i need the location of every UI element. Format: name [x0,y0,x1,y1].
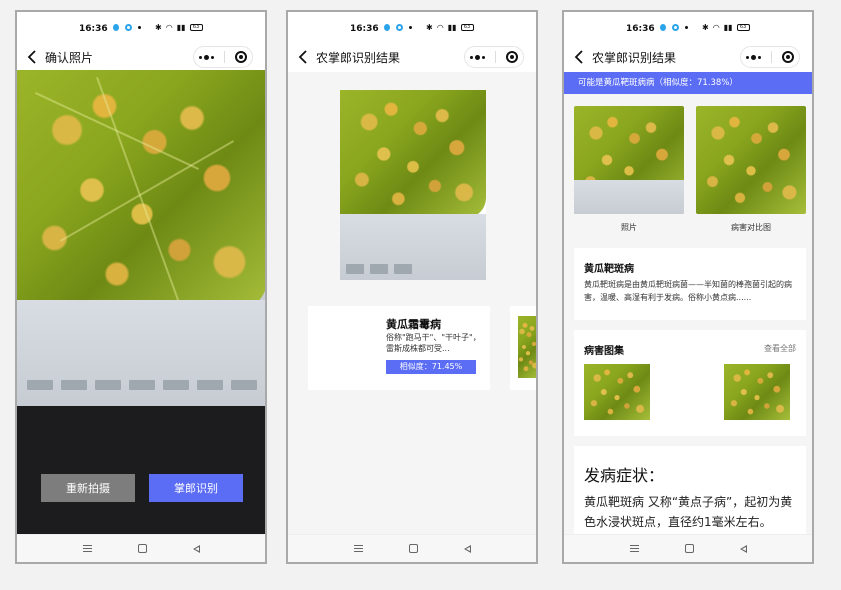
disease-title: 黄瓜靶斑病 [584,264,634,275]
page-title: 农掌郎识别结果 [592,51,677,65]
dot-icon [138,26,141,29]
dot-icon [409,26,412,29]
menu-icon[interactable] [353,545,363,552]
more-icon[interactable] [199,54,214,60]
signal-icon: ▮▮ [176,23,186,32]
reference-label: 病害对比图 [731,223,771,232]
disease-intro-card[interactable]: 黄瓜靶斑病 黄瓜靶斑病是由黄瓜靶斑病菌——半知菌的棒孢菌引起的病害，温暖、高湿有… [574,248,806,320]
signal-icon: ▮▮ [723,23,733,32]
system-back-icon[interactable] [192,544,200,553]
water-drop-icon [113,24,119,31]
mini-program-capsule [464,46,524,68]
bluetooth-icon: ✱ [702,23,709,32]
home-icon[interactable] [684,544,694,553]
bluetooth-icon: ✱ [155,23,162,32]
wifi-icon: ◠ [436,23,444,32]
captured-photo [17,70,265,406]
close-target-icon[interactable] [235,51,247,63]
gallery-image[interactable] [584,364,650,420]
menu-icon[interactable] [82,545,92,552]
disease-summary: 黄瓜靶斑病是由黄瓜靶斑病菌——半知菌的棒孢菌引起的病害，温暖、高湿有利于发病。俗… [584,280,792,302]
symptoms-card: 发病症状： 黄瓜靶斑病 又称“黄点子病”，起初为黄色水浸状斑点，直径约1毫米左右… [574,446,806,540]
reference-photo-thumbnail[interactable] [696,106,806,214]
system-nav-bar [288,534,536,562]
leaf-image [340,90,486,218]
comparison-section: 照片 病害对比图 [564,94,812,234]
battery-icon: 63 [736,24,750,31]
page-title: 农掌郎识别结果 [316,51,401,65]
view-all-link[interactable]: 查看全部 [764,343,796,354]
similarity-badge: 相似度：71.45% [386,360,476,374]
water-drop-icon [384,24,390,31]
uploaded-photo [340,90,486,280]
close-target-icon[interactable] [506,51,518,63]
disease-description: 俗称"跑马干"、"干叶子"，雷斯成株都可受... [386,333,481,353]
status-time: 16:36 [626,24,655,34]
mini-program-capsule [740,46,800,68]
leaf-image [17,70,265,310]
back-arrow-icon[interactable] [27,50,39,64]
phone-screen-result-list: 16:36 ✱ ◠ ▮▮ 63 农掌郎识别结果 黄瓜霜霉病 俗称"跑马干"、"干… [286,10,538,564]
ring-icon [396,24,403,31]
identify-button[interactable]: 掌郎识别 [149,474,243,502]
status-time: 16:36 [79,24,108,34]
camera-controls-area [17,406,265,538]
photo-label: 照片 [621,223,637,232]
paper-background [340,214,486,280]
nav-bar: 确认照片 [17,42,265,72]
symptoms-text: 黄瓜靶斑病 又称“黄点子病”，起初为黄色水浸状斑点，直径约1毫米左右。 [584,495,793,529]
nav-bar: 农掌郎识别结果 [564,42,812,72]
home-icon[interactable] [408,544,418,553]
phone-screen-confirm-photo: 16:36 ✱ ◠ ▮▮ 63 确认照片 重新拍摄 掌郎识别 [15,10,267,564]
diagnosis-banner: 可能是黄瓜靶斑病病（相似度：71.38%） [564,72,812,94]
leaf-thumbnail [518,316,536,378]
more-icon[interactable] [746,54,761,60]
status-icons: ✱ ◠ ▮▮ 63 [426,23,474,32]
battery-icon: 63 [189,24,203,31]
home-icon[interactable] [137,544,147,553]
ring-icon [672,24,679,31]
status-bar: 16:36 ✱ ◠ ▮▮ 63 [288,12,536,42]
wifi-icon: ◠ [165,23,173,32]
signal-icon: ▮▮ [447,23,457,32]
nav-bar: 农掌郎识别结果 [288,42,536,72]
retake-button[interactable]: 重新拍摄 [41,474,135,502]
disease-name: 黄瓜霜霉病 [386,318,441,331]
paper-background [17,300,265,406]
battery-icon: 63 [460,24,474,31]
page-title: 确认照片 [45,51,94,65]
system-nav-bar [564,534,812,562]
back-arrow-icon[interactable] [574,50,586,64]
status-bar: 16:36 ✱ ◠ ▮▮ 63 [17,12,265,42]
result-card[interactable]: 黄瓜霜霉病 俗称"跑马干"、"干叶子"，雷斯成株都可受... 相似度：71.45… [308,306,490,390]
gallery-image[interactable] [724,364,790,420]
phone-screen-result-detail: 16:36 ✱ ◠ ▮▮ 63 农掌郎识别结果 可能是黄瓜靶斑病病（相似度：71… [562,10,814,564]
gallery-card: 病害图集 查看全部 [574,330,806,436]
wifi-icon: ◠ [712,23,720,32]
mini-program-capsule [193,46,253,68]
system-back-icon[interactable] [463,544,471,553]
system-nav-bar [17,534,265,562]
menu-icon[interactable] [629,545,639,552]
status-bar: 16:36 ✱ ◠ ▮▮ 63 [564,12,812,42]
symptoms-title: 发病症状： [584,466,665,485]
status-icons: ✱ ◠ ▮▮ 63 [702,23,750,32]
next-result-card[interactable] [510,306,536,390]
status-time: 16:36 [350,24,379,34]
ring-icon [125,24,132,31]
system-back-icon[interactable] [739,544,747,553]
back-arrow-icon[interactable] [298,50,310,64]
more-icon[interactable] [470,54,485,60]
bluetooth-icon: ✱ [426,23,433,32]
gallery-title: 病害图集 [584,346,624,357]
close-target-icon[interactable] [782,51,794,63]
status-icons: ✱ ◠ ▮▮ 63 [155,23,203,32]
water-drop-icon [660,24,666,31]
dot-icon [685,26,688,29]
user-photo-thumbnail[interactable] [574,106,684,214]
